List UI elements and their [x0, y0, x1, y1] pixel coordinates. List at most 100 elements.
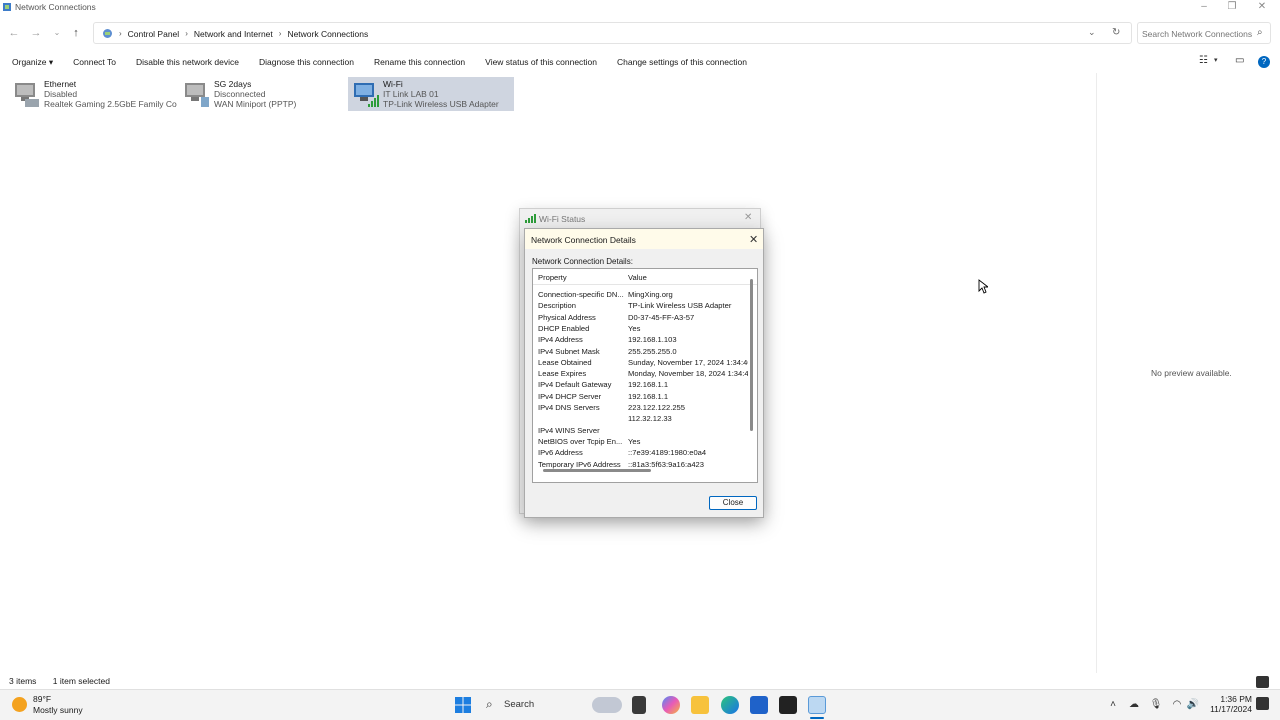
details-row[interactable]: IPv4 Subnet Mask 255.255.255.0	[533, 346, 748, 357]
row-value: D0-37-45-FF-A3-57	[628, 312, 695, 322]
tray-overflow-chevron-icon[interactable]: ˄	[1106, 698, 1120, 712]
clock[interactable]: 1:36 PM 11/17/2024	[1208, 694, 1252, 714]
up-arrow-icon[interactable]: ↑	[69, 26, 83, 40]
search-input[interactable]	[1142, 26, 1252, 41]
details-row[interactable]: Physical Address D0-37-45-FF-A3-57	[533, 312, 748, 323]
item-device: WAN Miniport (PPTP)	[214, 99, 297, 109]
weather-condition: Mostly sunny	[33, 705, 83, 715]
dialog-close-icon[interactable]: ✕	[749, 233, 758, 246]
change-settings-button[interactable]: Change settings of this connection	[617, 57, 747, 68]
row-value: Yes	[628, 323, 641, 333]
row-property: IPv4 DHCP Server	[538, 391, 602, 401]
network-item-sg-2days[interactable]: SG 2days Disconnected WAN Miniport (PPTP…	[179, 77, 339, 111]
taskbar-search-label: Search	[504, 699, 535, 710]
selection-count: 1 item selected	[52, 676, 110, 686]
horizontal-scrollbar[interactable]	[543, 469, 651, 472]
status-bar: 3 items 1 item selected	[9, 676, 110, 686]
preview-pane-divider[interactable]	[1096, 73, 1097, 673]
connect-to-button[interactable]: Connect To	[73, 57, 116, 68]
close-window-button[interactable]: ✕	[1250, 1, 1274, 13]
organize-button[interactable]: Organize ▾	[12, 57, 53, 68]
breadcrumb-network-connections[interactable]: Network Connections	[287, 29, 368, 39]
view-options-chevron-icon[interactable]: ▾	[1214, 56, 1218, 64]
network-item-wifi[interactable]: Wi-Fi IT Link LAB 01 TP-Link Wireless US…	[348, 77, 514, 111]
details-row[interactable]: IPv4 DNS Servers 223.122.122.255	[533, 402, 748, 413]
search-icon[interactable]: ⌕	[1257, 27, 1263, 38]
mouse-cursor-icon	[978, 279, 988, 294]
row-value: Yes	[628, 436, 641, 446]
details-row[interactable]: IPv4 WINS Server	[533, 425, 748, 436]
row-value: 192.168.1.1	[628, 380, 669, 390]
refresh-icon[interactable]: ↻	[1112, 27, 1120, 38]
disable-device-button[interactable]: Disable this network device	[136, 57, 239, 68]
address-bar[interactable]: › Control Panel › Network and Internet ›…	[93, 22, 1132, 44]
preview-pane-icon[interactable]: ▭	[1235, 55, 1244, 66]
clock-time: 1:36 PM	[1220, 694, 1252, 704]
details-list-header: Property Value	[533, 269, 757, 285]
details-list[interactable]: Property Value Connection-specific DN...…	[532, 268, 758, 483]
search-icon: ⌕	[486, 697, 493, 711]
network-item-ethernet[interactable]: Ethernet Disabled Realtek Gaming 2.5GbE …	[9, 77, 177, 111]
details-row[interactable]: IPv4 Default Gateway 192.168.1.1	[533, 379, 748, 390]
window-title-bar: Network Connections – ❐ ✕	[0, 0, 1280, 15]
file-explorer-icon[interactable]	[691, 696, 709, 714]
item-name: SG 2days	[214, 79, 252, 89]
wifi-tray-icon[interactable]: ◠	[1170, 698, 1184, 712]
minimize-button[interactable]: –	[1192, 1, 1216, 13]
view-status-button[interactable]: View status of this connection	[485, 57, 597, 68]
details-row[interactable]: Description TP-Link Wireless USB Adapter	[533, 300, 748, 311]
wifi-status-title: Wi-Fi Status	[539, 214, 586, 224]
close-button[interactable]: Close	[709, 496, 757, 510]
details-row[interactable]: IPv4 Address 192.168.1.103	[533, 334, 748, 345]
row-value: ::7e39:4189:1980:e0a4	[628, 448, 707, 458]
start-windows-icon[interactable]	[455, 697, 471, 713]
details-row[interactable]: Lease Expires Monday, November 18, 2024 1…	[533, 368, 748, 379]
details-row[interactable]: NetBIOS over Tcpip En... Yes	[533, 436, 748, 447]
row-value: ::81a3:5f63:9a16:a423	[628, 459, 705, 469]
item-count: 3 items	[9, 676, 37, 686]
microphone-icon[interactable]: 🎙	[1149, 698, 1163, 712]
diagnose-button[interactable]: Diagnose this connection	[259, 57, 354, 68]
details-row[interactable]: Lease Obtained Sunday, November 17, 2024 …	[533, 357, 748, 368]
vertical-scrollbar[interactable]	[750, 279, 753, 431]
row-property: IPv4 Default Gateway	[538, 380, 612, 390]
column-header-property[interactable]: Property	[538, 273, 567, 282]
row-value: 192.168.1.103	[628, 335, 677, 345]
control-panel-taskbar-icon[interactable]	[808, 696, 826, 714]
rename-button[interactable]: Rename this connection	[374, 57, 465, 68]
details-row[interactable]: IPv6 Address::7e39:4189:1980:e0a4	[533, 447, 748, 458]
active-app-indicator	[810, 717, 824, 719]
network-connections-app-icon	[3, 3, 11, 11]
details-row[interactable]: DHCP Enabled Yes	[533, 323, 748, 334]
wifi-status-close-icon[interactable]: ✕	[744, 212, 752, 223]
breadcrumb-network-and-internet[interactable]: Network and Internet	[194, 29, 273, 39]
back-arrow-icon[interactable]: ←	[7, 26, 21, 40]
onedrive-icon[interactable]: ☁	[1127, 698, 1141, 712]
details-row[interactable]: IPv4 DHCP Server 192.168.1.1	[533, 391, 748, 402]
details-row[interactable]: Connection-specific DN... MingXing.org	[533, 289, 748, 300]
edge-browser-icon[interactable]	[721, 696, 739, 714]
help-icon[interactable]: ?	[1258, 56, 1270, 68]
search-box[interactable]: ⌕	[1137, 22, 1271, 44]
taskbar-search[interactable]: ⌕ Search	[484, 696, 622, 714]
breadcrumb-control-panel[interactable]: Control Panel	[128, 29, 180, 39]
weather-temperature: 89°F	[33, 694, 52, 704]
volume-icon[interactable]: 🔊	[1186, 698, 1200, 712]
recent-locations-chevron-icon[interactable]: ⌄	[50, 26, 64, 40]
maximize-button[interactable]: ❐	[1220, 1, 1244, 13]
dialog-title-bar: Network Connection Details ✕	[525, 229, 763, 249]
copilot-icon[interactable]	[662, 696, 680, 714]
dialog-title: Network Connection Details	[531, 235, 636, 245]
clock-date: 11/17/2024	[1210, 704, 1252, 714]
task-view-icon[interactable]	[632, 696, 646, 714]
terminal-icon[interactable]	[779, 696, 797, 714]
forward-arrow-icon[interactable]: →	[29, 26, 43, 40]
view-options-icon[interactable]: ☷	[1199, 55, 1208, 66]
address-dropdown-chevron-icon[interactable]: ⌄	[1088, 27, 1096, 38]
mic-overlay-icon[interactable]	[1256, 676, 1269, 688]
column-header-value[interactable]: Value	[628, 273, 647, 282]
details-row[interactable]: 112.32.12.33	[533, 413, 748, 424]
store-icon[interactable]	[750, 696, 768, 714]
row-property: Physical Address	[538, 312, 596, 322]
notification-icon[interactable]	[1256, 697, 1269, 710]
